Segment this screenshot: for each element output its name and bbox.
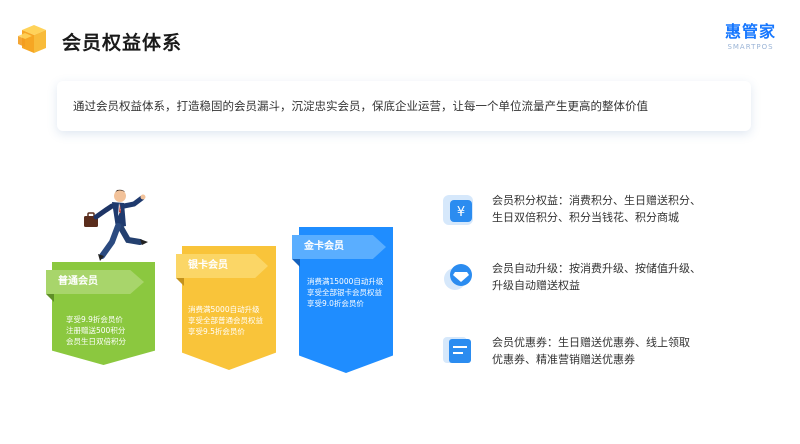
benefit-upgrade: 会员自动升级：按消费升级、按储值升级、 升级自动赠送权益 (492, 260, 722, 294)
ribbon-fold (292, 259, 300, 267)
yen-icon: ¥ (443, 195, 473, 225)
benefit-coupon-line: 优惠券、精准营销赠送优惠券 (492, 353, 635, 366)
tier-silver-line: 消费满5000自动升级 (188, 305, 260, 314)
tier-silver-details: 消费满5000自动升级 享受全部普通会员权益 享受9.5折会员价 (188, 304, 263, 337)
tier-name-silver: 银卡会员 (176, 254, 268, 278)
tier-name-regular: 普通会员 (46, 270, 144, 294)
benefit-points-line: 会员积分权益：消费积分、生日赠送积分、 (492, 194, 701, 207)
tier-regular-details: 享受9.9折会员价 注册赠送500积分 会员生日双倍积分 (66, 314, 126, 347)
tier-regular-line: 会员生日双倍积分 (66, 337, 126, 346)
diamond-icon (444, 264, 472, 290)
brand-logo: 惠管家 SMARTPOS (725, 18, 776, 51)
svg-text:¥: ¥ (457, 205, 465, 220)
benefit-coupon: 会员优惠券：生日赠送优惠券、线上领取 优惠券、精准营销赠送优惠券 (492, 334, 722, 368)
businessman-illustration (84, 189, 148, 261)
ribbon-fold (46, 294, 54, 302)
intro-banner: 通过会员权益体系，打造稳固的会员漏斗，沉淀忠实会员，保底企业运营，让每一个单位流… (57, 81, 751, 131)
benefit-points: 会员积分权益：消费积分、生日赠送积分、 生日双倍积分、积分当钱花、积分商城 (492, 192, 722, 226)
tier-silver-line: 享受9.5折会员价 (188, 327, 245, 336)
brand-subtitle: SMARTPOS (727, 43, 774, 51)
benefit-coupon-line: 会员优惠券：生日赠送优惠券、线上领取 (492, 336, 690, 349)
cube-logo-icon (18, 25, 46, 53)
intro-text: 通过会员权益体系，打造稳固的会员漏斗，沉淀忠实会员，保底企业运营，让每一个单位流… (73, 99, 648, 113)
benefit-upgrade-line: 升级自动赠送权益 (492, 279, 580, 292)
brand-name: 惠管家 (724, 22, 776, 41)
page-title: 会员权益体系 (62, 32, 183, 54)
ribbon-fold (176, 278, 184, 286)
tier-regular-line: 注册赠送500积分 (66, 326, 126, 335)
coupon-icon (443, 337, 471, 363)
tier-silver-line: 享受全部普通会员权益 (188, 316, 263, 325)
benefit-upgrade-line: 会员自动升级：按消费升级、按储值升级、 (492, 262, 701, 275)
tier-name-gold: 金卡会员 (292, 235, 386, 259)
tier-regular-line: 享受9.9折会员价 (66, 315, 123, 324)
benefit-points-line: 生日双倍积分、积分当钱花、积分商城 (492, 211, 679, 224)
tier-gold-line: 享受9.0折会员价 (307, 299, 364, 308)
tier-gold-line: 消费满15000自动升级 (307, 277, 384, 286)
tier-gold-details: 消费满15000自动升级 享受全部银卡会员权益 享受9.0折会员价 (307, 276, 383, 309)
tier-gold-line: 享受全部银卡会员权益 (307, 288, 382, 297)
